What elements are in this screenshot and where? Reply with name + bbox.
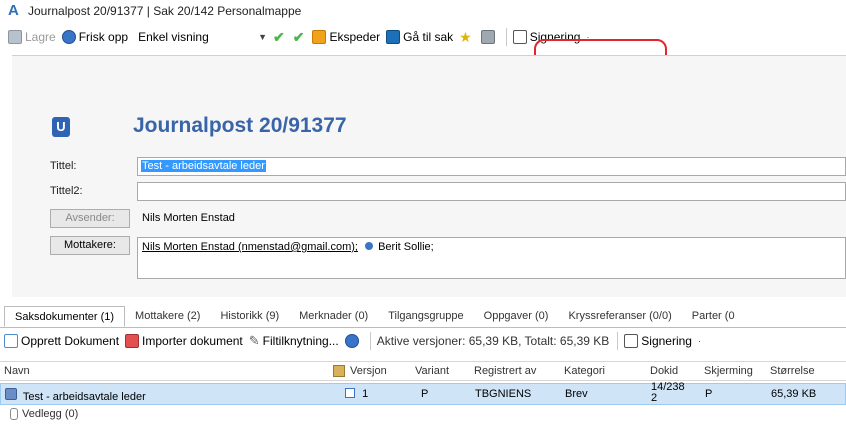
toolbar-divider (505, 28, 507, 46)
document-name: Test - arbeidsavtale leder (22, 391, 146, 403)
dokid-line: 2 (651, 392, 658, 404)
document-signing-label: Signering (641, 334, 692, 348)
approve-all-button[interactable]: ✔ (293, 30, 307, 44)
file-link-button[interactable]: ✎ Filtilknytning... (248, 333, 339, 349)
approve-button[interactable]: ✔ (273, 30, 287, 44)
dispatch-label: Ekspeder (329, 30, 381, 44)
toolbar-divider (369, 332, 371, 350)
save-label: Lagre (25, 30, 56, 44)
tab-tasks[interactable]: Oppgaver (0) (474, 306, 559, 327)
chevron-down-icon: · (697, 336, 701, 346)
refresh-icon (344, 334, 359, 348)
import-icon (125, 334, 140, 348)
save-icon (8, 30, 22, 44)
signature-icon (512, 30, 527, 44)
import-document-button[interactable]: Importer dokument (125, 334, 243, 348)
column-name[interactable]: Navn (4, 365, 30, 377)
attachments-node[interactable]: Vedlegg (0) (22, 408, 78, 420)
save-button[interactable]: Lagre (8, 30, 56, 44)
goto-case-button[interactable]: Gå til sak (386, 30, 453, 44)
file-link-label: Filtilknytning... (262, 334, 339, 348)
view-select[interactable]: Enkel visning (134, 30, 246, 44)
paperclip-icon: ✎ (248, 333, 260, 348)
person-icon (365, 242, 374, 250)
column-category[interactable]: Kategori (564, 365, 605, 377)
variant-cell: P (421, 388, 429, 400)
main-toolbar: Lagre Frisk opp Enkel visning ▼ ✔ ✔ Eksp… (8, 26, 846, 48)
recipient-item[interactable]: Berit Sollie; (378, 241, 434, 253)
column-screening[interactable]: Skjerming (704, 365, 753, 377)
versions-status: Aktive versjoner: 65,39 KB, Totalt: 65,3… (376, 334, 610, 348)
screening-cell: P (705, 388, 713, 400)
title-field-value: Test - arbeidsavtale leder (141, 160, 266, 172)
signature-icon (624, 334, 639, 348)
window-title: Journalpost 20/91377 | Sak 20/142 Person… (28, 4, 302, 18)
import-document-label: Importer dokument (142, 334, 243, 348)
app-logo-icon: A (8, 2, 19, 19)
tab-cross-references[interactable]: Kryssreferanser (0/0) (558, 306, 681, 327)
view-select-value: Enkel visning (138, 30, 209, 44)
category-cell: Brev (565, 388, 588, 400)
tab-notes[interactable]: Merknader (0) (289, 306, 378, 327)
tab-history[interactable]: Historikk (9) (210, 306, 289, 327)
column-version[interactable]: Versjon (350, 365, 387, 377)
tab-bar: Saksdokumenter (1) Mottakere (2) Histori… (0, 306, 846, 328)
document-icon (5, 388, 17, 400)
dokid-cell: 14/238 2 (651, 382, 685, 404)
edit-icon (333, 365, 345, 377)
create-document-label: Opprett Dokument (21, 334, 120, 348)
document-signing-button[interactable]: Signering · (624, 334, 701, 348)
favorite-button[interactable]: ★ (459, 30, 475, 44)
recipients-field[interactable]: Nils Morten Enstad (nmenstad@gmail.com);… (137, 237, 846, 279)
view-dropdown-button[interactable]: ▼ (252, 32, 267, 42)
title-label: Tittel: (50, 160, 77, 172)
sender-value: Nils Morten Enstad (142, 212, 235, 224)
column-dokid[interactable]: Dokid (650, 365, 678, 377)
table-row[interactable]: Test - arbeidsavtale leder 1 P TBGNIENS … (0, 382, 846, 405)
documents-table-header: Navn Versjon Variant Registrert av Kateg… (0, 361, 846, 381)
recipients-button[interactable]: Mottakere: (50, 236, 130, 255)
tab-case-documents[interactable]: Saksdokumenter (1) (4, 306, 126, 327)
check-icon: ✔ (272, 29, 285, 45)
document-type-badge: U (52, 117, 70, 137)
sender-button[interactable]: Avsender: (50, 209, 130, 228)
toolbar-divider (617, 332, 619, 350)
title2-field[interactable] (137, 182, 846, 201)
column-size[interactable]: Størrelse (770, 365, 815, 377)
printer-icon (480, 30, 495, 44)
chevron-down-icon: ▼ (258, 32, 267, 42)
print-button[interactable] (480, 30, 498, 44)
page-title: Journalpost 20/91377 (133, 114, 347, 137)
document-name-cell: Test - arbeidsavtale leder (5, 388, 146, 403)
version-value: 1 (362, 388, 369, 400)
dispatch-icon (312, 30, 327, 44)
folder-icon (386, 30, 401, 44)
column-registered-by[interactable]: Registrert av (474, 365, 536, 377)
column-variant[interactable]: Variant (415, 365, 449, 377)
create-document-button[interactable]: Opprett Dokument (4, 334, 119, 348)
refresh-button[interactable]: Frisk opp (61, 30, 129, 44)
document-toolbar: Opprett Dokument Importer dokument ✎ Fil… (4, 331, 846, 351)
dispatch-button[interactable]: Ekspeder (312, 30, 380, 44)
check-icon: ✔ (292, 29, 305, 45)
tab-recipients[interactable]: Mottakere (2) (125, 306, 210, 327)
new-document-icon (4, 334, 18, 348)
paperclip-icon (10, 408, 18, 420)
version-checkbox[interactable] (345, 388, 355, 398)
goto-case-label: Gå til sak (403, 30, 454, 44)
size-cell: 65,39 KB (771, 388, 817, 400)
refresh-icon (61, 30, 76, 44)
title-field[interactable]: Test - arbeidsavtale leder (137, 157, 846, 176)
title2-label: Tittel2: (50, 185, 83, 197)
recipient-link[interactable]: Nils Morten Enstad (nmenstad@gmail.com); (142, 241, 358, 253)
star-icon: ★ (459, 29, 472, 45)
tab-parties[interactable]: Parter (0 (682, 306, 745, 327)
title-bar: A Journalpost 20/91377 | Sak 20/142 Pers… (0, 0, 846, 22)
version-cell: 1 (345, 388, 368, 400)
refresh-label: Frisk opp (78, 30, 129, 44)
tab-access-group[interactable]: Tilgangsgruppe (378, 306, 473, 327)
refresh-documents-button[interactable] (344, 334, 362, 348)
registered-by-cell: TBGNIENS (475, 388, 532, 400)
